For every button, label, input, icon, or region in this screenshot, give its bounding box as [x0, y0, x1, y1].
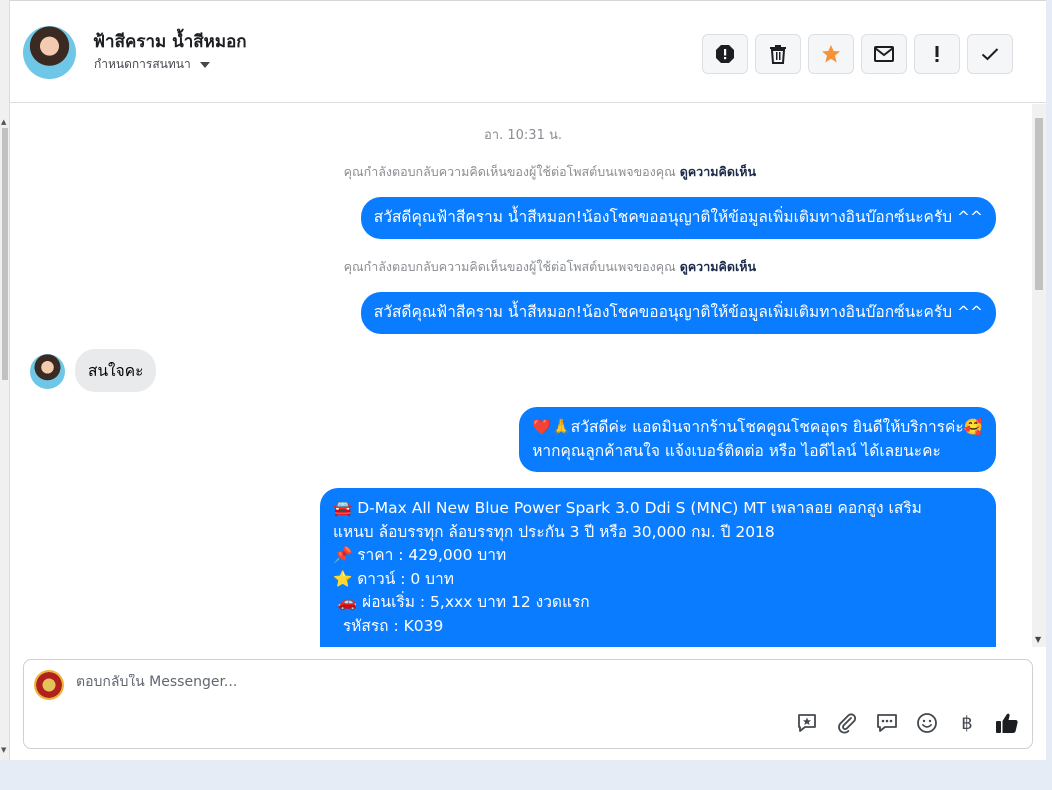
attach-button[interactable] [834, 710, 860, 736]
page-avatar [34, 670, 64, 700]
chat-button[interactable] [874, 710, 900, 736]
check-icon [981, 48, 999, 61]
outgoing-message[interactable]: สวัสดีคุณฟ้าสีคราม น้ำสีหมอก!น้องโชคขออน… [360, 292, 996, 334]
message-text: รหัสรถ : K039 [333, 616, 444, 635]
report-icon [716, 45, 734, 63]
caret-down-icon [199, 61, 210, 68]
mark-done-button[interactable] [967, 34, 1013, 74]
conversation-header: ฟ้าสีคราม น้ำสีหมอก กำหนดการสนทนา [10, 1, 1046, 103]
scroll-up-arrow-icon[interactable]: ▲ [1, 118, 6, 126]
reply-composer: ฿ [23, 659, 1033, 749]
reply-input[interactable] [76, 674, 776, 690]
emoji-button[interactable] [914, 710, 940, 736]
contact-avatar[interactable] [23, 26, 76, 79]
outgoing-message[interactable]: สวัสดีคุณฟ้าสีคราม น้ำสีหมอก!น้องโชคขออน… [360, 197, 996, 239]
message-text: สนใจคะ [88, 362, 144, 380]
star-button[interactable] [808, 34, 854, 74]
notice-text: คุณกำลังตอบกลับความคิดเห็นของผู้ใช้ต่อโพ… [343, 164, 676, 179]
conversation-panel: ฟ้าสีคราม น้ำสีหมอก กำหนดการสนทนา อา. 10… [10, 0, 1046, 760]
scroll-down-arrow-icon[interactable]: ▼ [1035, 635, 1041, 644]
baht-icon: ฿ [961, 712, 973, 734]
message-thread[interactable]: อา. 10:31 น. คุณกำลังตอบกลับความคิดเห็นข… [10, 104, 1046, 647]
mark-unread-button[interactable] [861, 34, 907, 74]
assign-conversation-label: กำหนดการสนทนา [94, 57, 191, 71]
saved-reply-button[interactable] [794, 710, 820, 736]
thread-scrollbar-thumb[interactable] [1035, 118, 1043, 290]
contact-avatar-small[interactable] [30, 354, 65, 389]
message-text: สวัสดีคุณฟ้าสีคราม น้ำสีหมอก!น้องโชคขออน… [373, 303, 983, 321]
view-comment-link[interactable]: ดูความคิดเห็น [680, 259, 756, 274]
message-text: แหนบ ล้อบรรทุก ล้อบรรทุก ประกัน 3 ปี หรื… [333, 522, 775, 541]
assign-conversation-dropdown[interactable]: กำหนดการสนทนา [94, 55, 210, 74]
saved-reply-icon [798, 714, 816, 732]
thread-scrollbar[interactable]: ▼ [1032, 104, 1046, 647]
message-text: สวัสดีคุณฟ้าสีคราม น้ำสีหมอก!น้องโชคขออน… [373, 208, 983, 226]
attachment-icon [838, 713, 857, 734]
delete-button[interactable] [755, 34, 801, 74]
incoming-message[interactable]: สนใจคะ [75, 349, 157, 392]
exclamation-icon [935, 46, 939, 62]
message-timestamp: อา. 10:31 น. [484, 128, 562, 143]
scroll-down-arrow-icon[interactable]: ▼ [1, 746, 6, 754]
payment-button[interactable]: ฿ [954, 710, 980, 736]
composer-tools: ฿ [794, 710, 1020, 736]
message-text: 📌 ราคา : 429,000 บาท [333, 546, 507, 564]
header-actions [702, 34, 1013, 74]
reply-context-notice: คุณกำลังตอบกลับความคิดเห็นของผู้ใช้ต่อโพ… [344, 257, 756, 277]
like-button[interactable] [994, 710, 1020, 736]
thumbs-up-icon [996, 713, 1018, 733]
message-text: ⭐ ดาวน์ : 0 บาท [333, 569, 454, 588]
page-scrollbar-thumb[interactable] [2, 128, 8, 380]
notice-text: คุณกำลังตอบกลับความคิดเห็นของผู้ใช้ต่อโพ… [343, 259, 676, 274]
message-text: 🚗 ผ่อนเริ่ม : 5,xxx บาท 12 งวดแรก [333, 593, 590, 611]
contact-name[interactable]: ฟ้าสีคราม น้ำสีหมอก [93, 28, 247, 55]
emoji-icon [917, 713, 937, 733]
trash-icon [770, 45, 786, 64]
message-text: 🚘 D-Max All New Blue Power Spark 3.0 Ddi… [333, 499, 922, 517]
mail-icon [874, 46, 894, 62]
follow-up-button[interactable] [914, 34, 960, 74]
message-text: ❤️🙏สวัสดีค่ะ แอดมินจากร้านโชคคูณโชคอุดร … [532, 418, 983, 436]
reply-context-notice: คุณกำลังตอบกลับความคิดเห็นของผู้ใช้ต่อโพ… [344, 162, 756, 182]
star-icon [822, 45, 840, 63]
chat-bubble-icon [877, 714, 897, 732]
outgoing-message[interactable]: 🚘 D-Max All New Blue Power Spark 3.0 Ddi… [320, 488, 996, 647]
view-comment-link[interactable]: ดูความคิดเห็น [680, 164, 756, 179]
outgoing-message[interactable]: ❤️🙏สวัสดีค่ะ แอดมินจากร้านโชคคูณโชคอุดร … [519, 407, 996, 472]
report-button[interactable] [702, 34, 748, 74]
message-text: หากคุณลูกค้าสนใจ แจ้งเบอร์ติดต่อ หรือ ไอ… [532, 441, 941, 460]
page-scrollbar[interactable]: ▲ ▼ [0, 0, 10, 760]
